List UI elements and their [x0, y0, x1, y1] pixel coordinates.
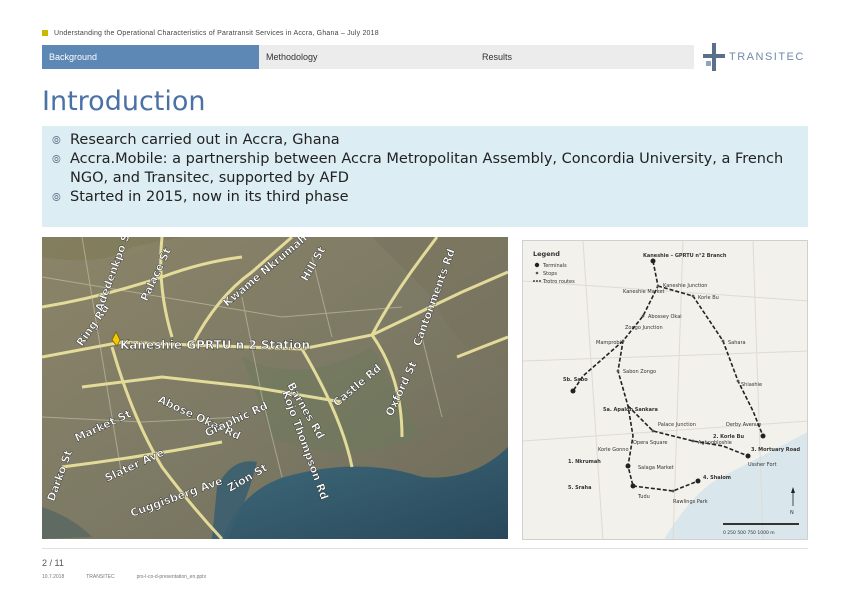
- bullet-item: ⦾ Research carried out in Accra, Ghana: [52, 131, 794, 150]
- svg-text:1. Nkrumah: 1. Nkrumah: [568, 459, 601, 465]
- tab-background-label: Background: [49, 52, 98, 62]
- svg-text:Zongo Junction: Zongo Junction: [625, 325, 663, 331]
- svg-text:Kaneshie Market: Kaneshie Market: [623, 289, 665, 295]
- route-map: Kaneshie – GPRTU n°2 Branch Kaneshie Jun…: [522, 240, 808, 540]
- tab-results[interactable]: Results: [476, 45, 694, 69]
- svg-text:N: N: [790, 510, 794, 516]
- document-title: Understanding the Operational Characteri…: [54, 29, 379, 37]
- svg-text:Legend: Legend: [533, 250, 560, 258]
- svg-text:Opera Square: Opera Square: [633, 440, 668, 446]
- svg-text:3. Mortuary Road: 3. Mortuary Road: [751, 447, 800, 453]
- svg-text:Palace Junction: Palace Junction: [658, 422, 696, 428]
- tab-results-label: Results: [482, 52, 513, 62]
- svg-text:Sabon Zongo: Sabon Zongo: [623, 369, 656, 375]
- tab-background[interactable]: Background: [42, 45, 259, 69]
- svg-text:Salaga Market: Salaga Market: [638, 465, 674, 471]
- page-number: 2 / 11: [42, 558, 64, 568]
- svg-text:Sahara: Sahara: [728, 340, 746, 346]
- svg-text:Korle Bu: Korle Bu: [698, 295, 719, 301]
- svg-text:Derby Avenue: Derby Avenue: [726, 422, 761, 428]
- svg-text:Mamprobi: Mamprobi: [596, 340, 621, 346]
- svg-text:5. Sraha: 5. Sraha: [568, 485, 592, 491]
- svg-text:4. Shalom: 4. Shalom: [703, 475, 731, 481]
- section-nav: Background Methodology Results: [42, 45, 694, 69]
- svg-text:5b. Sabo: 5b. Sabo: [563, 377, 588, 383]
- svg-text:Ussher Fort: Ussher Fort: [748, 462, 777, 468]
- logo-text: TRANSITEC: [729, 51, 805, 63]
- footer-company: TRANSITEC: [86, 574, 115, 580]
- svg-text:Terminals: Terminals: [542, 263, 567, 269]
- bullet-icon: ⦾: [52, 191, 61, 204]
- footer-meta: 10.7.2018 TRANSITEC prs-l-co-d-presentat…: [42, 574, 228, 580]
- bullet-icon: ⦾: [52, 153, 61, 166]
- bullet-text: Accra.Mobile: a partnership between Accr…: [70, 151, 784, 186]
- document-header: Understanding the Operational Characteri…: [42, 28, 379, 38]
- svg-text:Agbogbloshie: Agbogbloshie: [698, 440, 732, 446]
- svg-text:Trotro routes: Trotro routes: [542, 279, 575, 285]
- bullet-text: Started in 2015, now in its third phase: [70, 189, 349, 205]
- bullet-box: ⦾ Research carried out in Accra, Ghana ⦾ A…: [42, 126, 808, 227]
- tab-methodology-label: Methodology: [266, 52, 318, 62]
- transitec-logo-icon: [703, 43, 725, 71]
- svg-text:Korle Gonno: Korle Gonno: [598, 447, 629, 453]
- bullet-text: Research carried out in Accra, Ghana: [70, 132, 340, 148]
- svg-text:0 250 500 750 1000 m: 0 250 500 750 1000 m: [723, 530, 775, 536]
- slide-title: Introduction: [42, 86, 206, 117]
- footer-divider: [42, 548, 808, 549]
- svg-text:Kaneshie – GPRTU n°2 Branch: Kaneshie – GPRTU n°2 Branch: [643, 253, 727, 259]
- svg-text:Tudu: Tudu: [637, 494, 650, 500]
- svg-text:5a. Apaloh Sankara: 5a. Apaloh Sankara: [603, 407, 658, 413]
- svg-text:Stops: Stops: [543, 271, 557, 277]
- svg-text:Rawlings Park: Rawlings Park: [673, 499, 708, 505]
- bullet-icon: ⦾: [52, 134, 61, 147]
- svg-text:Kaneshie GPRTU n 2 Station: Kaneshie GPRTU n 2 Station: [120, 338, 310, 352]
- svg-text:Kaneshie Junction: Kaneshie Junction: [663, 283, 707, 289]
- footer-file: prs-l-co-d-presentation_en.pptx: [136, 574, 207, 580]
- svg-text:Shiashie: Shiashie: [741, 382, 762, 388]
- svg-text:Abossey Okai: Abossey Okai: [648, 314, 682, 320]
- tab-methodology[interactable]: Methodology: [259, 45, 476, 69]
- footer-date: 10.7.2018: [42, 574, 65, 580]
- bullet-item: ⦾ Accra.Mobile: a partnership between Acc…: [52, 150, 794, 188]
- svg-text:2. Korle Bu: 2. Korle Bu: [713, 434, 744, 440]
- satellite-map-image: Kaneshie GPRTU n 2 Station Ring Rd Abose…: [42, 237, 508, 539]
- transitec-logo: TRANSITEC: [703, 42, 811, 72]
- satellite-map: Kaneshie GPRTU n 2 Station Ring Rd Abose…: [42, 237, 508, 539]
- bullet-item: ⦾ Started in 2015, now in its third phase: [52, 188, 794, 207]
- route-map-image: Kaneshie – GPRTU n°2 Branch Kaneshie Jun…: [523, 241, 807, 539]
- header-marker-icon: [42, 30, 48, 36]
